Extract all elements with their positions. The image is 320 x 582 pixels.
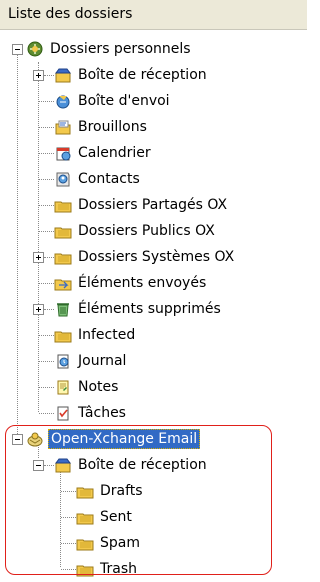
tree-node-label: Dossiers Systèmes OX [78,249,235,265]
tree-node-email-account[interactable]: Open-Xchange Email [26,426,201,452]
folder-icon [76,508,94,526]
tree-node-infected[interactable]: Infected [54,322,137,348]
tree-node-label: Tâches [78,405,126,421]
tree-node-label: Dossiers Partagés OX [78,197,228,213]
folder-icon [76,534,94,552]
tree-node-email-trash[interactable]: Trash [76,556,139,582]
tree-node-label: Sent [100,509,132,525]
contacts-icon [54,170,72,188]
tree-node-deleted-items[interactable]: Éléments supprimés [54,296,223,322]
tree-node-email-inbox[interactable]: Boîte de réception [54,452,209,478]
tree-node-label: Journal [78,353,127,369]
folder-icon [54,222,72,240]
inbox-icon [54,456,72,474]
folder-tree: Dossiers personnels Boîte de réception B… [0,30,307,577]
journal-icon [54,352,72,370]
tree-node-tasks[interactable]: Tâches [54,400,128,426]
tree-node-label: Éléments envoyés [78,275,207,291]
tasks-icon [54,404,72,422]
collapse-dossiers-personnels-toggle[interactable] [12,44,23,55]
folder-list-header: Liste des dossiers [0,0,307,30]
collapse-email-account-toggle[interactable] [12,434,23,445]
tree-node-contacts[interactable]: Contacts [54,166,142,192]
tree-node-label: Boîte de réception [78,67,207,83]
folder-icon [54,196,72,214]
tree-node-email-drafts[interactable]: Drafts [76,478,145,504]
tree-node-label: Dossiers personnels [50,41,191,57]
tree-node-sent-items[interactable]: Éléments envoyés [54,270,208,296]
personal-folders-icon [26,40,44,58]
folder-icon [76,560,94,578]
tree-node-calendar[interactable]: Calendrier [54,140,153,166]
calendar-icon [54,144,72,162]
expand-deleted-items-toggle[interactable] [33,304,44,315]
tree-node-drafts-fr[interactable]: Brouillons [54,114,149,140]
tree-node-label: Contacts [78,171,140,187]
outbox-icon [54,92,72,110]
tree-node-dossiers-personnels[interactable]: Dossiers personnels [26,36,193,62]
tree-node-label: Spam [100,535,140,551]
folder-icon [54,326,72,344]
tree-node-label: Notes [78,379,119,395]
tree-node-shared-folders[interactable]: Dossiers Partagés OX [54,192,229,218]
folder-icon [54,248,72,266]
tree-node-label: Trash [100,561,137,577]
folder-icon [76,482,94,500]
tree-node-notes[interactable]: Notes [54,374,120,400]
tree-node-label: Infected [78,327,136,343]
tree-node-label: Open-Xchange Email [48,429,201,449]
tree-node-inbox[interactable]: Boîte de réception [54,62,209,88]
tree-node-outbox[interactable]: Boîte d'envoi [54,88,172,114]
expand-inbox-toggle[interactable] [33,70,44,81]
tree-node-system-folders[interactable]: Dossiers Systèmes OX [54,244,236,270]
tree-node-label: Dossiers Publics OX [78,223,215,239]
tree-node-label: Brouillons [78,119,147,135]
tree-node-label: Calendrier [78,145,151,161]
tree-node-label: Boîte de réception [78,457,207,473]
tree-node-journal[interactable]: Journal [54,348,128,374]
expand-system-folders-toggle[interactable] [33,252,44,263]
tree-node-label: Boîte d'envoi [78,93,170,109]
folder-list-title: Liste des dossiers [8,6,133,22]
tree-node-label: Drafts [100,483,143,499]
notes-icon [54,378,72,396]
tree-node-label: Éléments supprimés [78,301,221,317]
trash-can-icon [54,300,72,318]
sent-items-icon [54,274,72,292]
tree-node-public-folders[interactable]: Dossiers Publics OX [54,218,217,244]
mail-account-icon [26,430,44,448]
tree-node-email-spam[interactable]: Spam [76,530,142,556]
inbox-icon [54,66,72,84]
tree-node-email-sent[interactable]: Sent [76,504,134,530]
drafts-folder-icon [54,118,72,136]
collapse-email-inbox-toggle[interactable] [33,460,44,471]
